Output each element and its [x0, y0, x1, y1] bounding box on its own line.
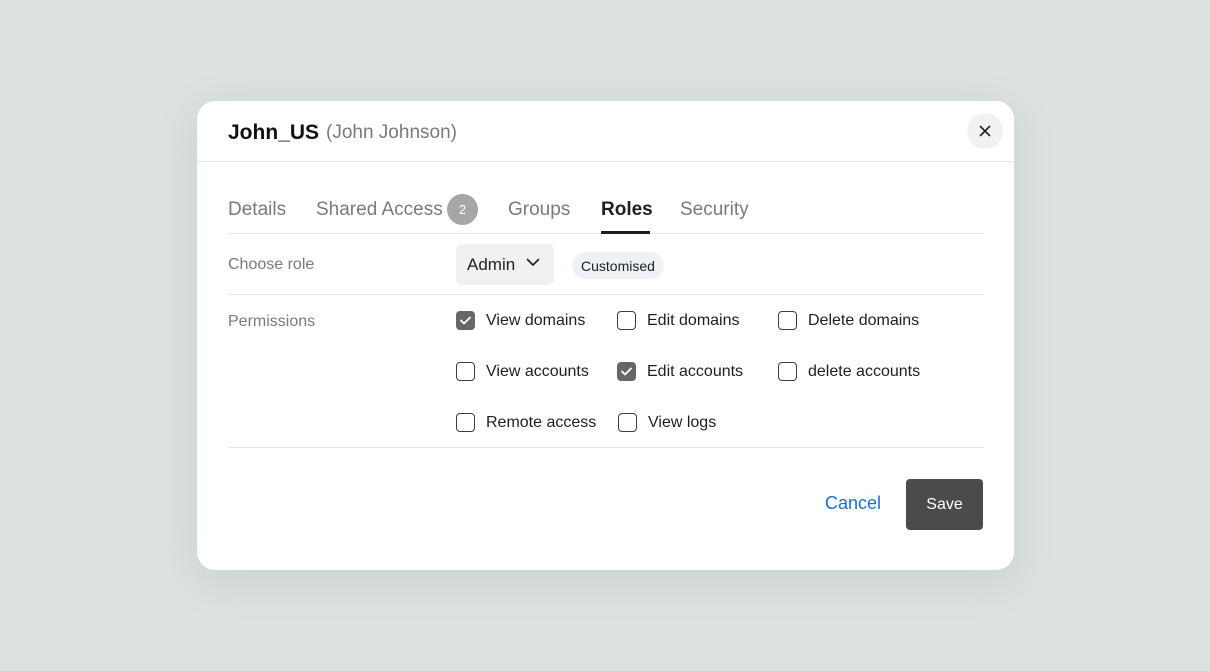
role-select[interactable]: Admin: [456, 244, 554, 285]
permission-label: Delete domains: [808, 311, 920, 329]
checkbox[interactable]: [618, 413, 637, 432]
close-button[interactable]: [967, 113, 1003, 149]
role-select-value: Admin: [467, 254, 516, 274]
permission-view-accounts[interactable]: View accounts: [456, 362, 589, 381]
permission-delete-accounts[interactable]: delete accounts: [778, 362, 920, 381]
checkbox[interactable]: [456, 413, 475, 432]
permission-label: View logs: [648, 413, 717, 431]
tab-security[interactable]: Security: [680, 199, 749, 221]
close-icon: [979, 125, 991, 137]
tab-groups[interactable]: Groups: [508, 199, 570, 221]
permission-edit-accounts[interactable]: Edit accounts: [617, 362, 743, 381]
choose-role-row: Choose role Admin Customised: [228, 234, 984, 295]
dialog-header: John_US (John Johnson): [197, 101, 1014, 162]
permission-view-domains[interactable]: View domains: [456, 311, 585, 330]
username-title: John_US: [228, 121, 320, 144]
checkbox[interactable]: [778, 362, 797, 381]
save-button[interactable]: Save: [906, 479, 983, 530]
permission-label: View accounts: [486, 362, 589, 380]
checkbox[interactable]: [617, 311, 636, 330]
checkbox[interactable]: [778, 311, 797, 330]
tab-shared-access[interactable]: Shared Access: [316, 199, 443, 221]
permission-label: Edit domains: [647, 311, 740, 329]
permission-remote-access[interactable]: Remote access: [456, 413, 596, 432]
cancel-button[interactable]: Cancel: [825, 493, 881, 514]
chevron-down-icon: [526, 258, 540, 266]
permission-label: Edit accounts: [647, 362, 744, 380]
permission-view-logs[interactable]: View logs: [618, 413, 716, 432]
customised-tag: Customised: [572, 252, 664, 279]
user-full-name: (John Johnson): [326, 122, 457, 143]
tab-details[interactable]: Details: [228, 199, 286, 221]
checkbox[interactable]: [456, 311, 475, 330]
tab-bar: Details Shared Access 2 Groups Roles Sec…: [228, 162, 984, 234]
check-icon: [460, 316, 471, 325]
permissions-label: Permissions: [228, 313, 316, 330]
tab-roles[interactable]: Roles: [601, 199, 653, 221]
checkbox[interactable]: [617, 362, 636, 381]
permission-label: delete accounts: [808, 362, 921, 380]
check-icon: [621, 367, 632, 376]
choose-role-label: Choose role: [228, 256, 315, 273]
shared-access-count-badge: 2: [447, 194, 478, 225]
permission-edit-domains[interactable]: Edit domains: [617, 311, 740, 330]
checkbox[interactable]: [456, 362, 475, 381]
permission-label: Remote access: [486, 413, 597, 431]
permissions-row: Permissions View domains Edit domains De…: [228, 295, 984, 448]
permission-label: View domains: [486, 311, 586, 329]
edit-user-dialog: John_US (John Johnson) Details Shared Ac…: [197, 101, 1014, 570]
permission-delete-domains[interactable]: Delete domains: [778, 311, 919, 330]
